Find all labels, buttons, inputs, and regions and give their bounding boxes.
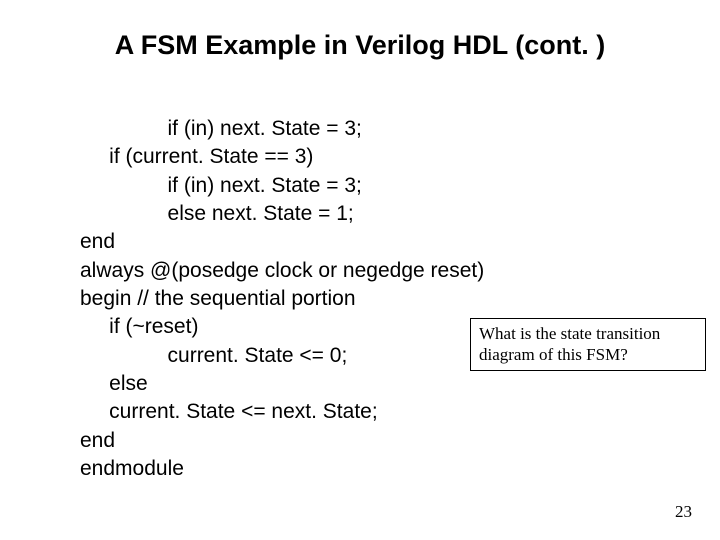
page-number: 23 (675, 502, 692, 522)
callout-box: What is the state transition diagram of … (470, 318, 706, 371)
code-line: current. State <= next. State; (80, 400, 378, 423)
code-line: if (in) next. State = 3; (80, 174, 362, 197)
code-block: if (in) next. State = 3; if (current. St… (80, 115, 484, 483)
callout-line: What is the state transition (479, 324, 660, 343)
code-line: begin // the sequential portion (80, 287, 356, 310)
code-line: if (current. State == 3) (80, 145, 313, 168)
code-line: end (80, 230, 115, 253)
callout-line: diagram of this FSM? (479, 345, 628, 364)
code-line: endmodule (80, 457, 184, 480)
slide: A FSM Example in Verilog HDL (cont. ) if… (0, 0, 720, 540)
code-line: current. State <= 0; (80, 344, 347, 367)
code-line: end (80, 429, 115, 452)
code-line: if (~reset) (80, 315, 198, 338)
code-line: if (in) next. State = 3; (80, 117, 362, 140)
code-line: always @(posedge clock or negedge reset) (80, 259, 484, 282)
slide-title: A FSM Example in Verilog HDL (cont. ) (0, 30, 720, 61)
code-line: else next. State = 1; (80, 202, 354, 225)
code-line: else (80, 372, 148, 395)
